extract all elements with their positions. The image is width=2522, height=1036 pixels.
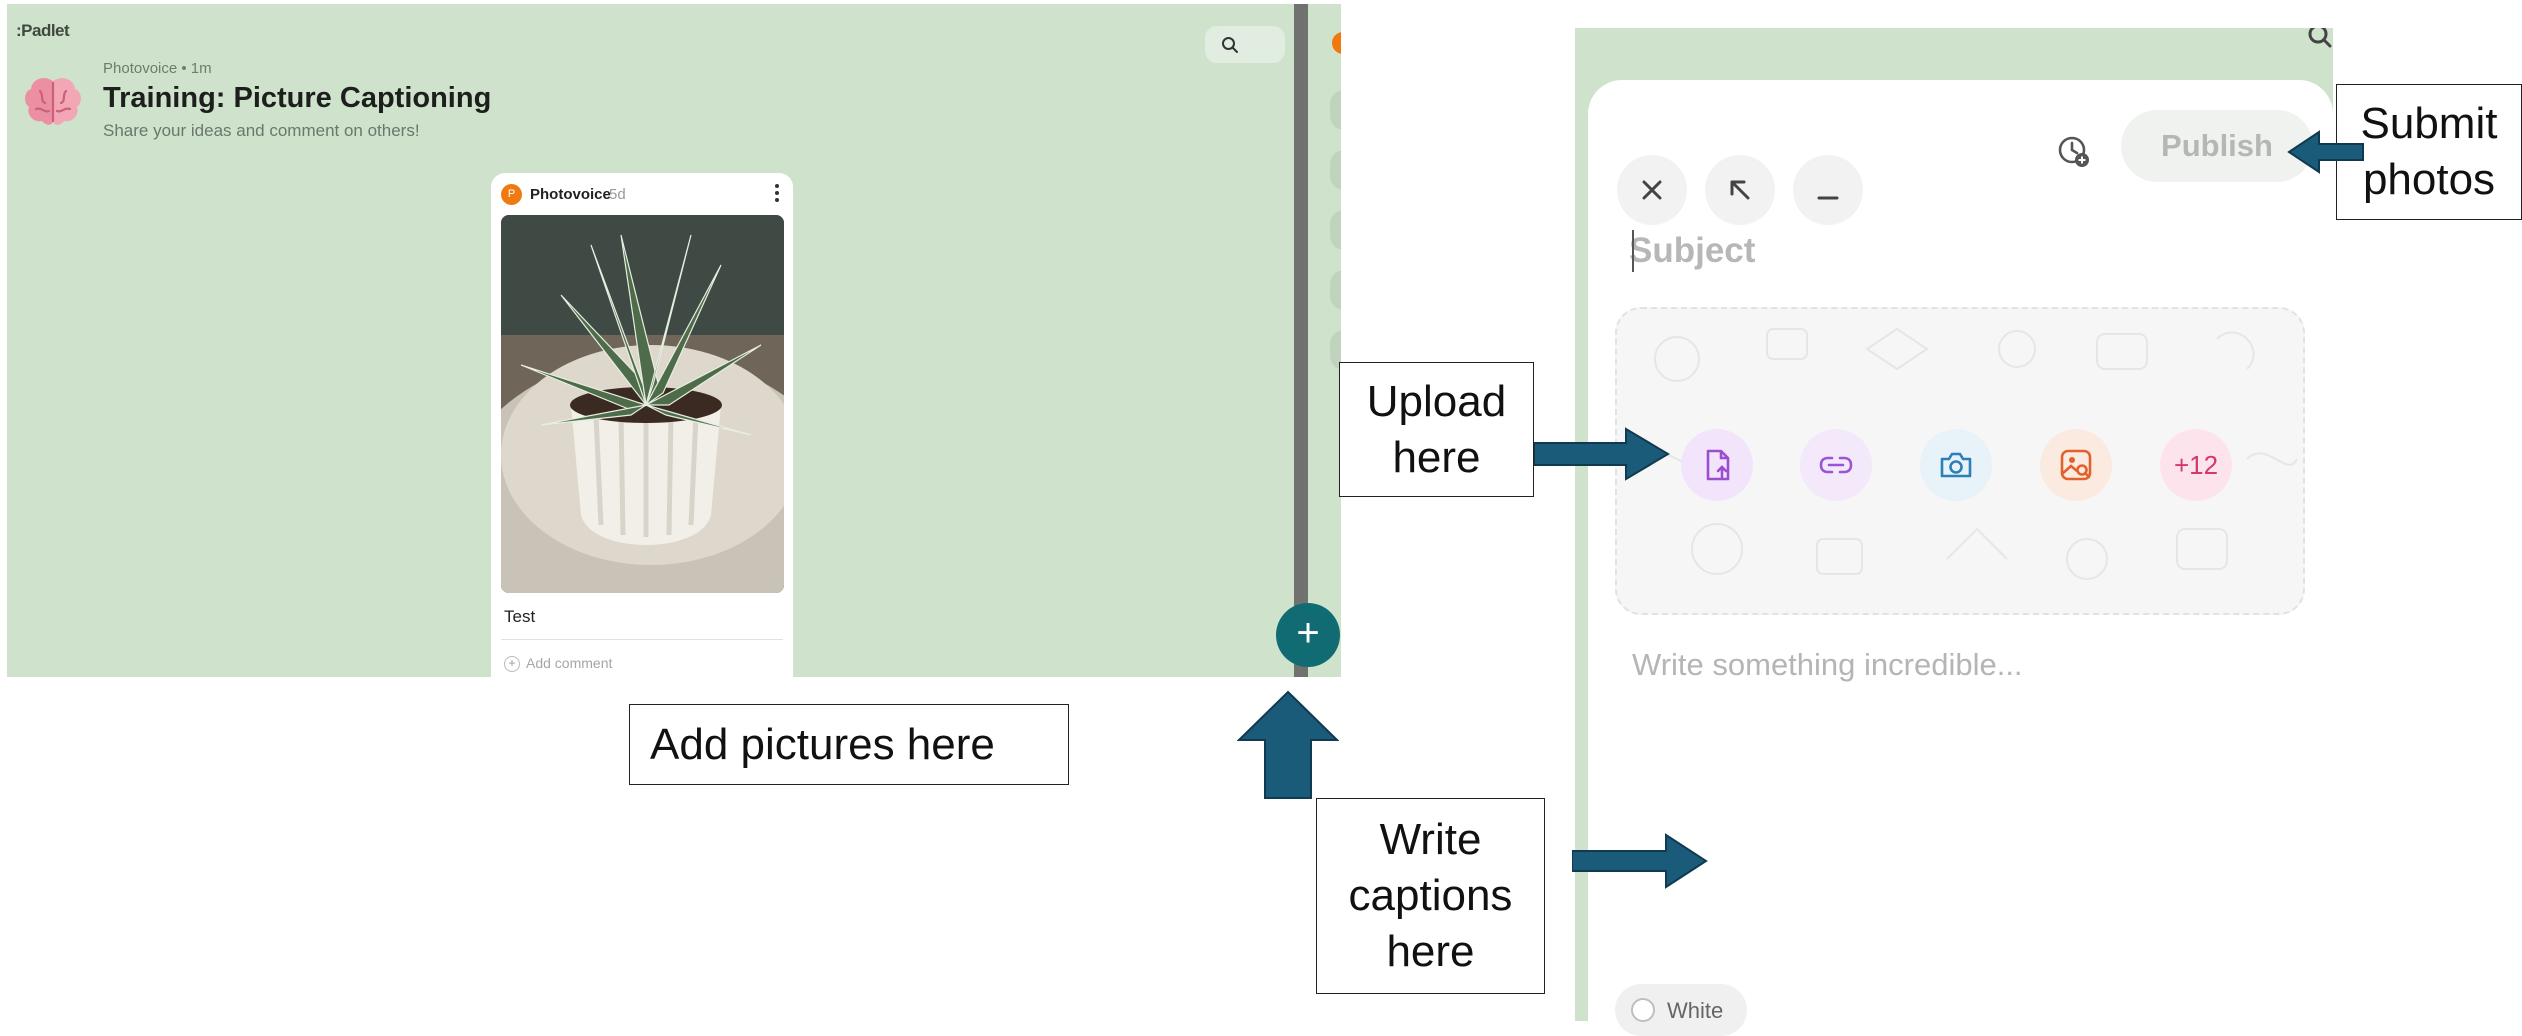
- search-icon: [1222, 37, 1238, 53]
- text-cursor: [1632, 230, 1634, 272]
- subject-input[interactable]: [1629, 228, 2189, 274]
- side-toolbar-button[interactable]: [1330, 270, 1341, 310]
- close-icon: [1642, 180, 1662, 200]
- board-side-strip: [1308, 4, 1341, 677]
- arrow-up-annotation: [1237, 690, 1339, 799]
- camera-icon: [1940, 452, 1972, 478]
- board-subtitle: Share your ideas and comment on others!: [103, 121, 420, 140]
- add-comment-link[interactable]: + Add comment: [504, 655, 613, 673]
- close-button[interactable]: [1617, 155, 1687, 225]
- padlet-logo[interactable]: :Padlet: [16, 21, 70, 41]
- padlet-board: :Padlet Photovoice • 1m Training: Pictur…: [7, 4, 1341, 677]
- camera-button[interactable]: [1920, 429, 1992, 501]
- link-icon: [1819, 456, 1853, 474]
- plus-icon: +: [504, 656, 520, 673]
- side-toolbar-button[interactable]: [1330, 90, 1341, 130]
- body-input[interactable]: Write something incredible...: [1632, 647, 2023, 683]
- post-card[interactable]: P Photovoice 5d Test + Add comment: [491, 173, 793, 677]
- side-toolbar-button[interactable]: [1330, 210, 1341, 250]
- post-age: 5d: [609, 186, 626, 203]
- search-icon[interactable]: [2285, 28, 2333, 54]
- upload-file-icon: [1706, 449, 1730, 481]
- color-swatch: [1631, 998, 1655, 1022]
- post-color-picker[interactable]: White: [1615, 984, 1747, 1036]
- attachment-dropzone[interactable]: +12: [1615, 307, 2305, 615]
- callout-upload: Upload here: [1339, 362, 1534, 497]
- scrollbar[interactable]: [1294, 4, 1308, 677]
- add-post-button[interactable]: +: [1276, 603, 1340, 667]
- expand-icon: [1730, 180, 1750, 200]
- publish-button[interactable]: Publish: [2121, 110, 2313, 182]
- color-label: White: [1667, 998, 1724, 1023]
- side-toolbar-button[interactable]: [1330, 150, 1341, 190]
- post-divider: [501, 639, 783, 640]
- board-title: Training: Picture Captioning: [103, 82, 492, 114]
- image-search-icon: [2060, 449, 2092, 481]
- plus-icon: +: [1296, 611, 1320, 655]
- arrow-right-annotation: [1534, 427, 1670, 481]
- board-meta: Photovoice • 1m: [103, 60, 212, 77]
- arrow-right-annotation: [1572, 833, 1708, 889]
- post-image[interactable]: [501, 215, 784, 593]
- brain-icon: [25, 78, 81, 125]
- schedule-icon[interactable]: [2054, 132, 2094, 172]
- search-button[interactable]: [1205, 26, 1285, 63]
- callout-write-captions: Write captions here: [1316, 798, 1545, 994]
- add-comment-label: Add comment: [526, 655, 613, 671]
- add-link-button[interactable]: [1800, 429, 1872, 501]
- image-search-button[interactable]: [2040, 429, 2112, 501]
- minimize-icon: [1817, 196, 1839, 200]
- minimize-button[interactable]: [1793, 155, 1863, 225]
- user-avatar[interactable]: [1332, 32, 1341, 54]
- upload-file-button[interactable]: [1681, 429, 1753, 501]
- post-author: Photovoice: [530, 186, 611, 203]
- more-attachments-button[interactable]: +12: [2160, 429, 2232, 501]
- author-avatar: P: [501, 184, 522, 205]
- arrow-left-annotation: [2287, 130, 2364, 174]
- post-caption: Test: [504, 607, 536, 626]
- callout-add-pictures: Add pictures here: [629, 704, 1069, 785]
- kebab-menu-icon[interactable]: [775, 183, 779, 203]
- expand-button[interactable]: [1705, 155, 1775, 225]
